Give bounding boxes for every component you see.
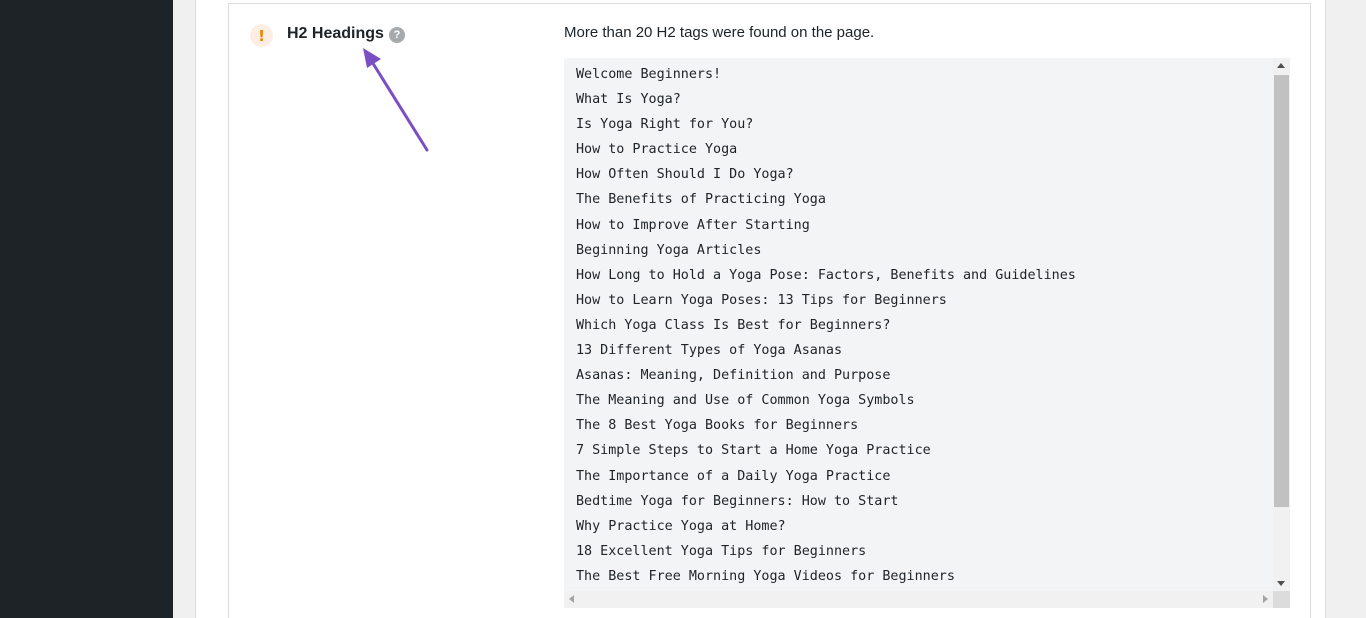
heading-item: How to Learn Yoga Poses: 13 Tips for Beg… xyxy=(576,292,947,308)
heading-item: Is Yoga Right for You? xyxy=(576,117,754,133)
heading-item: How Long to Hold a Yoga Pose: Factors, B… xyxy=(576,267,1076,283)
admin-sidebar xyxy=(0,0,173,618)
heading-item: How to Improve After Starting xyxy=(576,217,810,233)
heading-item: How Often Should I Do Yoga? xyxy=(576,167,794,183)
scrollbar-thumb[interactable] xyxy=(1274,75,1289,507)
scroll-left-icon[interactable] xyxy=(569,595,574,603)
headings-code-box[interactable]: Welcome Beginners! What Is Yoga? Is Yoga R… xyxy=(564,58,1290,608)
heading-item: Bedtime Yoga for Beginners: How to Start xyxy=(576,493,899,509)
vertical-scrollbar[interactable] xyxy=(1273,58,1290,591)
scroll-down-icon[interactable] xyxy=(1277,581,1285,586)
heading-item: Asanas: Meaning, Definition and Purpose xyxy=(576,368,891,384)
arrow-shaft xyxy=(367,55,429,152)
result-message: More than 20 H2 tags were found on the p… xyxy=(564,24,875,41)
heading-item: What Is Yoga? xyxy=(576,92,681,108)
heading-item: The Meaning and Use of Common Yoga Symbo… xyxy=(576,393,915,409)
arrow-annotation-icon xyxy=(363,48,429,152)
heading-item: The Best Free Morning Yoga Videos for Be… xyxy=(576,568,955,584)
heading-item: The Importance of a Daily Yoga Practice xyxy=(576,468,891,484)
heading-item: Why Practice Yoga at Home? xyxy=(576,518,786,534)
scroll-right-icon[interactable] xyxy=(1263,595,1268,603)
scroll-up-icon[interactable] xyxy=(1277,63,1285,68)
scrollbar-corner xyxy=(1273,591,1290,608)
heading-item: 7 Simple Steps to Start a Home Yoga Prac… xyxy=(576,443,931,459)
headings-list: Welcome Beginners! What Is Yoga? Is Yoga R… xyxy=(576,66,1076,593)
heading-item: 18 Excellent Yoga Tips for Beginners xyxy=(576,543,867,559)
heading-item: Beginning Yoga Articles xyxy=(576,242,762,258)
horizontal-scrollbar[interactable] xyxy=(564,591,1273,608)
heading-item: The Benefits of Practicing Yoga xyxy=(576,192,826,208)
heading-item: Welcome Beginners! xyxy=(576,67,722,82)
heading-item: Which Yoga Class Is Best for Beginners? xyxy=(576,317,891,333)
heading-item: How to Practice Yoga xyxy=(576,142,738,158)
warning-icon: ! xyxy=(250,24,273,47)
heading-item: 13 Different Types of Yoga Asanas xyxy=(576,343,843,359)
heading-item: The 8 Best Yoga Books for Beginners xyxy=(576,418,859,434)
arrow-head xyxy=(363,48,381,68)
